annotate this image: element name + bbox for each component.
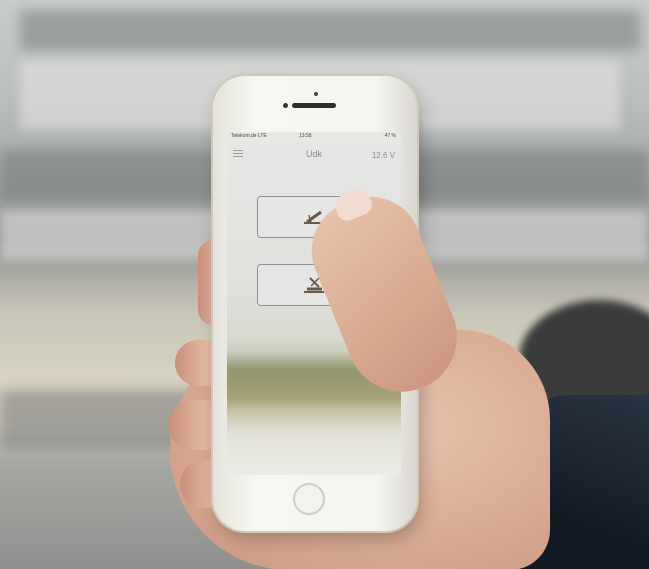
status-bar: Telekom.de LTE 13:58 47 % [227,132,401,142]
background-beam [20,10,640,50]
home-button[interactable] [293,483,325,515]
proximity-sensor [314,92,318,96]
clock-label: 13:58 [299,133,312,139]
carrier-label: Telekom.de LTE [231,133,267,139]
battery-label: 47 % [384,133,396,139]
photo-scene: Telekom.de LTE 13:58 47 % Udk 12.6 V [0,0,649,569]
nav-bar: Udk 12.6 V [227,144,401,166]
earpiece-speaker [292,103,336,108]
battery-voltage: 12.6 V [371,151,395,160]
front-camera [283,103,288,108]
